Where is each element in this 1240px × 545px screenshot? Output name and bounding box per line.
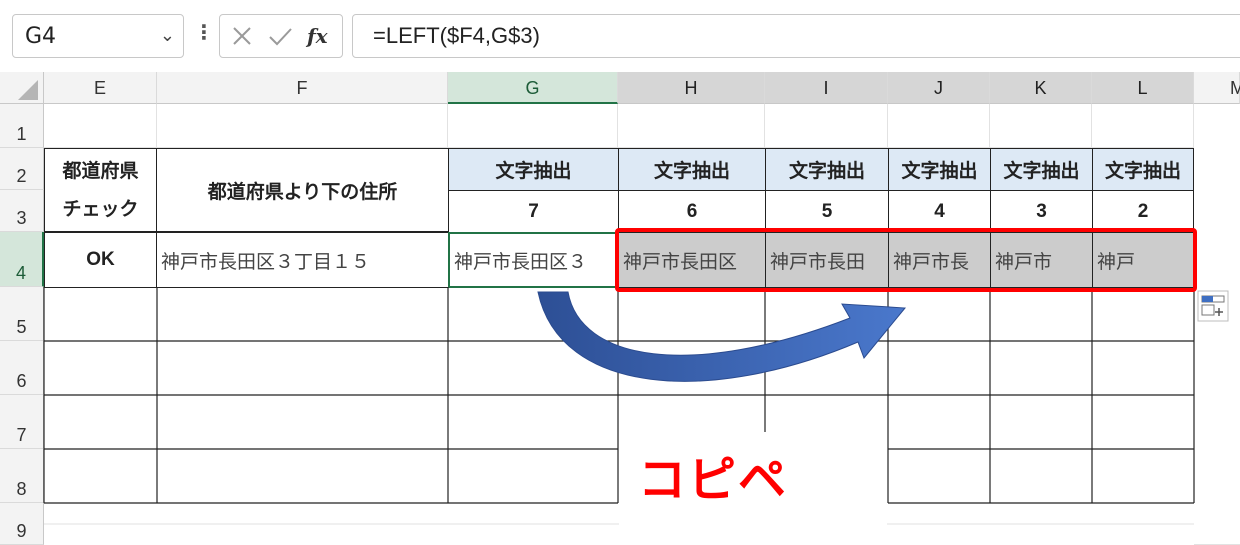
curved-arrow-icon (537, 291, 907, 382)
copy-paste-label: コピペ (638, 452, 789, 508)
paste-options-icon[interactable] (1197, 290, 1229, 322)
